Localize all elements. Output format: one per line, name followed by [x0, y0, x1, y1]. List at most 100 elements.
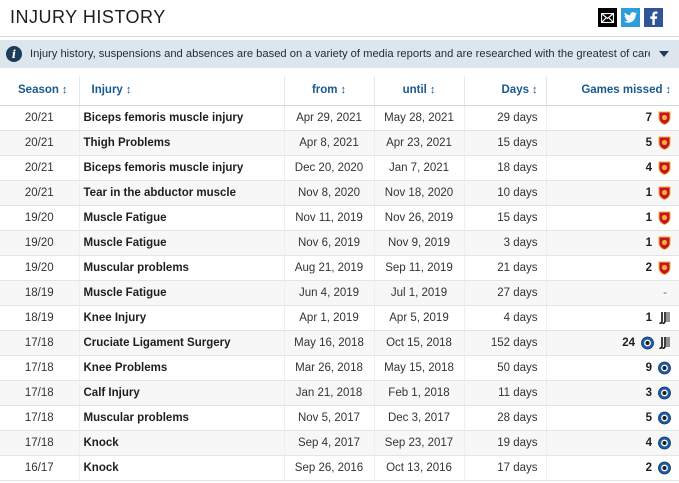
from-date-cell: Sep 26, 2016 [283, 455, 374, 481]
injury-cell: Muscular problems [78, 255, 284, 281]
days-cell: 15 days [463, 205, 546, 231]
from-date-cell: Aug 21, 2019 [283, 255, 374, 281]
table-row: 17/18 Cruciate Ligament Surgery May 16, 20… [0, 330, 679, 356]
injury-cell: Muscle Fatigue [78, 230, 284, 256]
info-banner[interactable]: i Injury history, suspensions and absenc… [0, 40, 679, 68]
injury-cell: Biceps femoris muscle injury [78, 155, 284, 181]
roma-club-icon[interactable] [658, 236, 671, 250]
injury-cell: Muscular problems [78, 405, 284, 431]
until-date-cell: Nov 26, 2019 [373, 205, 464, 231]
games-missed-cell: 2 [545, 455, 679, 481]
games-missed-cell: 5 [545, 130, 679, 156]
atalanta-club-icon[interactable] [658, 361, 671, 375]
roma-club-icon[interactable] [658, 211, 671, 225]
column-header-days[interactable]: Days ↕ [463, 76, 546, 106]
games-missed-cell: 4 [545, 430, 679, 456]
roma-club-icon[interactable] [658, 111, 671, 125]
sort-icon: ↕ [429, 84, 436, 97]
sort-icon: ↕ [125, 84, 132, 97]
table-row: 19/20 Muscular problems Aug 21, 2019 Sep 11… [0, 255, 679, 281]
games-missed-value: - [663, 286, 667, 299]
games-missed-cell: 1 [545, 205, 679, 231]
sort-icon: ↕ [665, 84, 672, 97]
days-cell: 19 days [463, 430, 546, 456]
season-cell: 17/18 [0, 405, 79, 431]
days-cell: 18 days [463, 155, 546, 181]
chevron-down-icon[interactable] [659, 51, 669, 57]
column-header-from[interactable]: from ↕ [283, 76, 374, 106]
roma-club-icon[interactable] [658, 186, 671, 200]
table-body: 20/21 Biceps femoris muscle injury Apr 29,… [0, 105, 679, 481]
games-missed-value: 24 [622, 336, 635, 349]
table-row: 17/18 Knock Sep 4, 2017 Sep 23, 2017 19 days… [0, 430, 679, 456]
season-cell: 20/21 [0, 130, 79, 156]
games-missed-value: 5 [645, 136, 652, 149]
injury-cell: Muscle Fatigue [78, 205, 284, 231]
until-date-cell: May 28, 2021 [373, 105, 464, 131]
column-header-games-missed[interactable]: Games missed ↕ [545, 76, 679, 106]
mail-icon [601, 12, 614, 23]
games-missed-value: 1 [645, 311, 652, 324]
table-row: 19/20 Muscle Fatigue Nov 11, 2019 Nov 26, 2… [0, 205, 679, 231]
share-facebook-button[interactable] [644, 8, 663, 27]
until-date-cell: Apr 5, 2019 [373, 305, 464, 331]
table-row: 18/19 Muscle Fatigue Jun 4, 2019 Jul 1, 201… [0, 280, 679, 306]
days-cell: 27 days [463, 280, 546, 306]
season-cell: 16/17 [0, 455, 79, 481]
days-cell: 3 days [463, 230, 546, 256]
days-cell: 152 days [463, 330, 546, 356]
from-date-cell: Sep 4, 2017 [283, 430, 374, 456]
roma-club-icon[interactable] [658, 136, 671, 150]
season-cell: 17/18 [0, 330, 79, 356]
games-missed-cell: 7 [545, 105, 679, 131]
table-row: 20/21 Biceps femoris muscle injury Apr 29,… [0, 105, 679, 131]
roma-club-icon[interactable] [658, 261, 671, 275]
atalanta-club-icon[interactable] [658, 436, 671, 450]
table-row: 18/19 Knee Injury Apr 1, 2019 Apr 5, 2019 4 … [0, 305, 679, 331]
until-date-cell: Jan 7, 2021 [373, 155, 464, 181]
column-header-injury[interactable]: Injury ↕ [78, 76, 284, 106]
column-header-until[interactable]: until ↕ [373, 76, 464, 106]
games-missed-cell: 2 [545, 255, 679, 281]
juventus-club-icon[interactable] [658, 336, 671, 350]
injury-table: Season ↕ Injury ↕ from ↕ until ↕ Days ↕ Games… [0, 76, 679, 481]
atalanta-club-icon[interactable] [658, 386, 671, 400]
roma-club-icon[interactable] [658, 161, 671, 175]
injury-cell: Knock [78, 430, 284, 456]
days-cell: 21 days [463, 255, 546, 281]
until-date-cell: Dec 3, 2017 [373, 405, 464, 431]
days-cell: 50 days [463, 355, 546, 381]
from-date-cell: Mar 26, 2018 [283, 355, 374, 381]
games-missed-value: 1 [645, 186, 652, 199]
from-date-cell: Jan 21, 2018 [283, 380, 374, 406]
until-date-cell: Sep 11, 2019 [373, 255, 464, 281]
info-icon: i [6, 46, 22, 62]
atalanta-club-icon[interactable] [658, 411, 671, 425]
share-twitter-button[interactable] [621, 8, 640, 27]
juventus-club-icon[interactable] [658, 311, 671, 325]
table-row: 20/21 Tear in the abductor muscle Nov 8, 2… [0, 180, 679, 206]
games-missed-value: 4 [645, 161, 652, 174]
season-cell: 20/21 [0, 105, 79, 131]
atalanta-club-icon[interactable] [658, 461, 671, 475]
sort-icon: ↕ [61, 84, 68, 97]
until-date-cell: May 15, 2018 [373, 355, 464, 381]
games-missed-cell: - [545, 280, 679, 306]
column-header-season[interactable]: Season ↕ [0, 76, 79, 106]
atalanta-club-icon[interactable] [641, 336, 654, 350]
season-cell: 20/21 [0, 180, 79, 206]
share-mail-button[interactable] [598, 8, 617, 27]
from-date-cell: Dec 20, 2020 [283, 155, 374, 181]
until-date-cell: Oct 15, 2018 [373, 330, 464, 356]
days-cell: 28 days [463, 405, 546, 431]
season-cell: 19/20 [0, 230, 79, 256]
from-date-cell: Nov 11, 2019 [283, 205, 374, 231]
injury-cell: Thigh Problems [78, 130, 284, 156]
injury-cell: Cruciate Ligament Surgery [78, 330, 284, 356]
days-cell: 4 days [463, 305, 546, 331]
injury-cell: Calf Injury [78, 380, 284, 406]
injury-cell: Knee Injury [78, 305, 284, 331]
games-missed-cell: 9 [545, 355, 679, 381]
info-banner-text: Injury history, suspensions and absences… [30, 48, 650, 60]
section-header: INJURY HISTORY [0, 0, 679, 37]
